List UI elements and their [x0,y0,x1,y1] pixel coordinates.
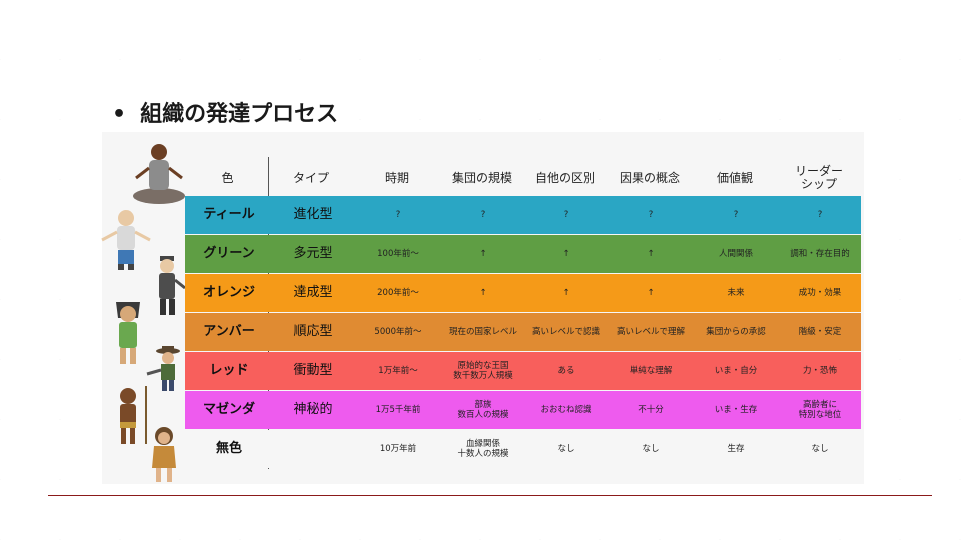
cell-red-self-other: ある [557,366,575,376]
header-era: 時期 [384,170,409,185]
cell-red-leadership: 力・恐怖 [802,366,837,376]
cell-orange-causality: ↑ [647,288,655,298]
header-causality: 因果の概念 [619,170,680,185]
cell-magenta-causality: 不十分 [638,405,664,415]
cell-orange-leadership: 成功・効果 [798,288,842,298]
cell-magenta-self-other: おおむね認識 [540,405,592,415]
cell-teal-leadership: ? [817,210,823,220]
cell-amber-era: 5000年前～ [374,327,422,337]
cell-orange-scale: ↑ [479,288,487,298]
cell-green-values: 人間関係 [718,249,753,259]
cell-teal-values: ? [733,210,739,220]
cell-line: 数百人の規模 [457,410,509,420]
cell-magenta-type: 神秘的 [293,402,333,417]
header-leadership-line2: シップ [800,177,837,191]
cell-magenta-color: マゼンダ [202,402,255,417]
cell-teal-color: ティール [203,207,255,222]
cell-red-causality: 単純な理解 [629,366,673,376]
row-green: グリーン 多元型 100年前～ ↑ ↑ ↑ 人間関係 調和・存在目的 [185,235,861,273]
header-self-other: 自他の区別 [534,170,595,185]
cell-orange-era: 200年前～ [377,288,419,298]
cell-line: 部族 [474,400,492,410]
cell-red-era: 1万年前～ [378,366,418,376]
cell-line: 血縁関係 [465,439,500,449]
cell-red-scale: 原始的な王国 数千数万人規模 [443,352,523,390]
businessman-figure [159,256,186,315]
cell-teal-type: 進化型 [293,207,333,222]
cell-green-leadership: 調和・存在目的 [790,249,850,259]
cell-none-era: 10万年前 [379,444,417,454]
cell-magenta-leadership: 高齢者に 特別な地位 [779,391,861,429]
header-type: タイプ [292,170,329,185]
cell-line: 高齢者に [802,400,837,410]
row-amber: アンバー 順応型 5000年前～ 現在の国家レベル 高いレベルで認識 高いレベルで理解 集団… [185,313,861,351]
cell-line: 十数人の規模 [457,449,509,459]
cell-none-causality: なし [642,444,660,454]
cell-line: 特別な地位 [798,410,842,420]
cell-none-values: 生存 [727,444,745,454]
cell-line: 数千数万人規模 [453,371,513,381]
cell-magenta-era: 1万5千年前 [375,405,421,415]
cell-amber-values: 集団からの承認 [706,327,766,337]
cell-none-scale: 血縁関係 十数人の規模 [443,430,523,468]
cell-green-era: 100年前～ [377,249,419,259]
cell-none-type [273,430,353,468]
cell-none-self-other: なし [557,444,575,454]
cell-teal-scale: ? [480,210,486,220]
cell-amber-color: アンバー [203,324,255,339]
cell-amber-scale: 現在の国家レベル [448,327,517,337]
row-teal: ティール 進化型?????? [185,196,861,234]
slide-title: • 組織の発達プロセス [112,96,338,128]
cell-amber-leadership: 階級・安定 [798,327,842,337]
row-none: 無色 10万年前 血縁関係 十数人の規模 なし なし 生存 なし [185,430,861,468]
cell-orange-type: 達成型 [293,285,333,300]
cell-red-type: 衝動型 [293,363,333,378]
cell-orange-values: 未来 [727,288,745,298]
cell-orange-self-other: ↑ [562,288,570,298]
row-orange: オレンジ 達成型 200年前～ ↑ ↑ ↑ 未来 成功・効果 [185,274,861,312]
cell-red-values: いま・自分 [714,366,758,376]
cell-amber-causality: 高いレベルで理解 [616,327,685,337]
cell-green-scale: ↑ [479,249,487,259]
footer-separator [48,495,932,496]
header-leadership: リーダー シップ [778,160,860,196]
cell-red-color: レッド [209,363,249,378]
cell-amber-self-other: 高いレベルで認識 [531,327,600,337]
pharaoh-figure [116,302,140,364]
header-scale: 集団の規模 [451,170,512,185]
cell-none-color: 無色 [215,441,242,456]
cell-green-color: グリーン [203,246,255,261]
cell-orange-color: オレンジ [202,285,255,300]
header-values: 価値観 [716,170,753,185]
cell-magenta-values: いま・生存 [714,405,758,415]
green-shirt-man-figure [101,210,151,270]
cell-teal-causality: ? [648,210,654,220]
cave-woman-figure [152,427,176,482]
cell-green-self-other: ↑ [562,249,570,259]
cell-line: 原始的な王国 [457,361,509,371]
cell-teal-self-other: ? [563,210,569,220]
cell-teal-era: ? [395,210,401,220]
cell-green-type: 多元型 [293,246,333,261]
row-red: レッド 衝動型 1万年前～ 原始的な王国 数千数万人規模 ある 単純な理解 いま・自分 力・恐怖 [185,352,861,390]
title-text: 組織の発達プロセス [140,102,339,127]
header-color: 色 [221,170,234,185]
row-magenta: マゼンダ 神秘的 1万5千年前 部族 数百人の規模 おおむね認識 不十分 いま・生存 高齢者に特… [185,391,861,429]
cell-amber-type: 順応型 [293,324,333,339]
cell-green-causality: ↑ [647,249,655,259]
title-bullet: • [112,102,127,127]
meditating-sage-figure [133,144,185,204]
cell-none-leadership: なし [811,444,829,454]
cell-magenta-scale: 部族 数百人の規模 [443,391,523,429]
